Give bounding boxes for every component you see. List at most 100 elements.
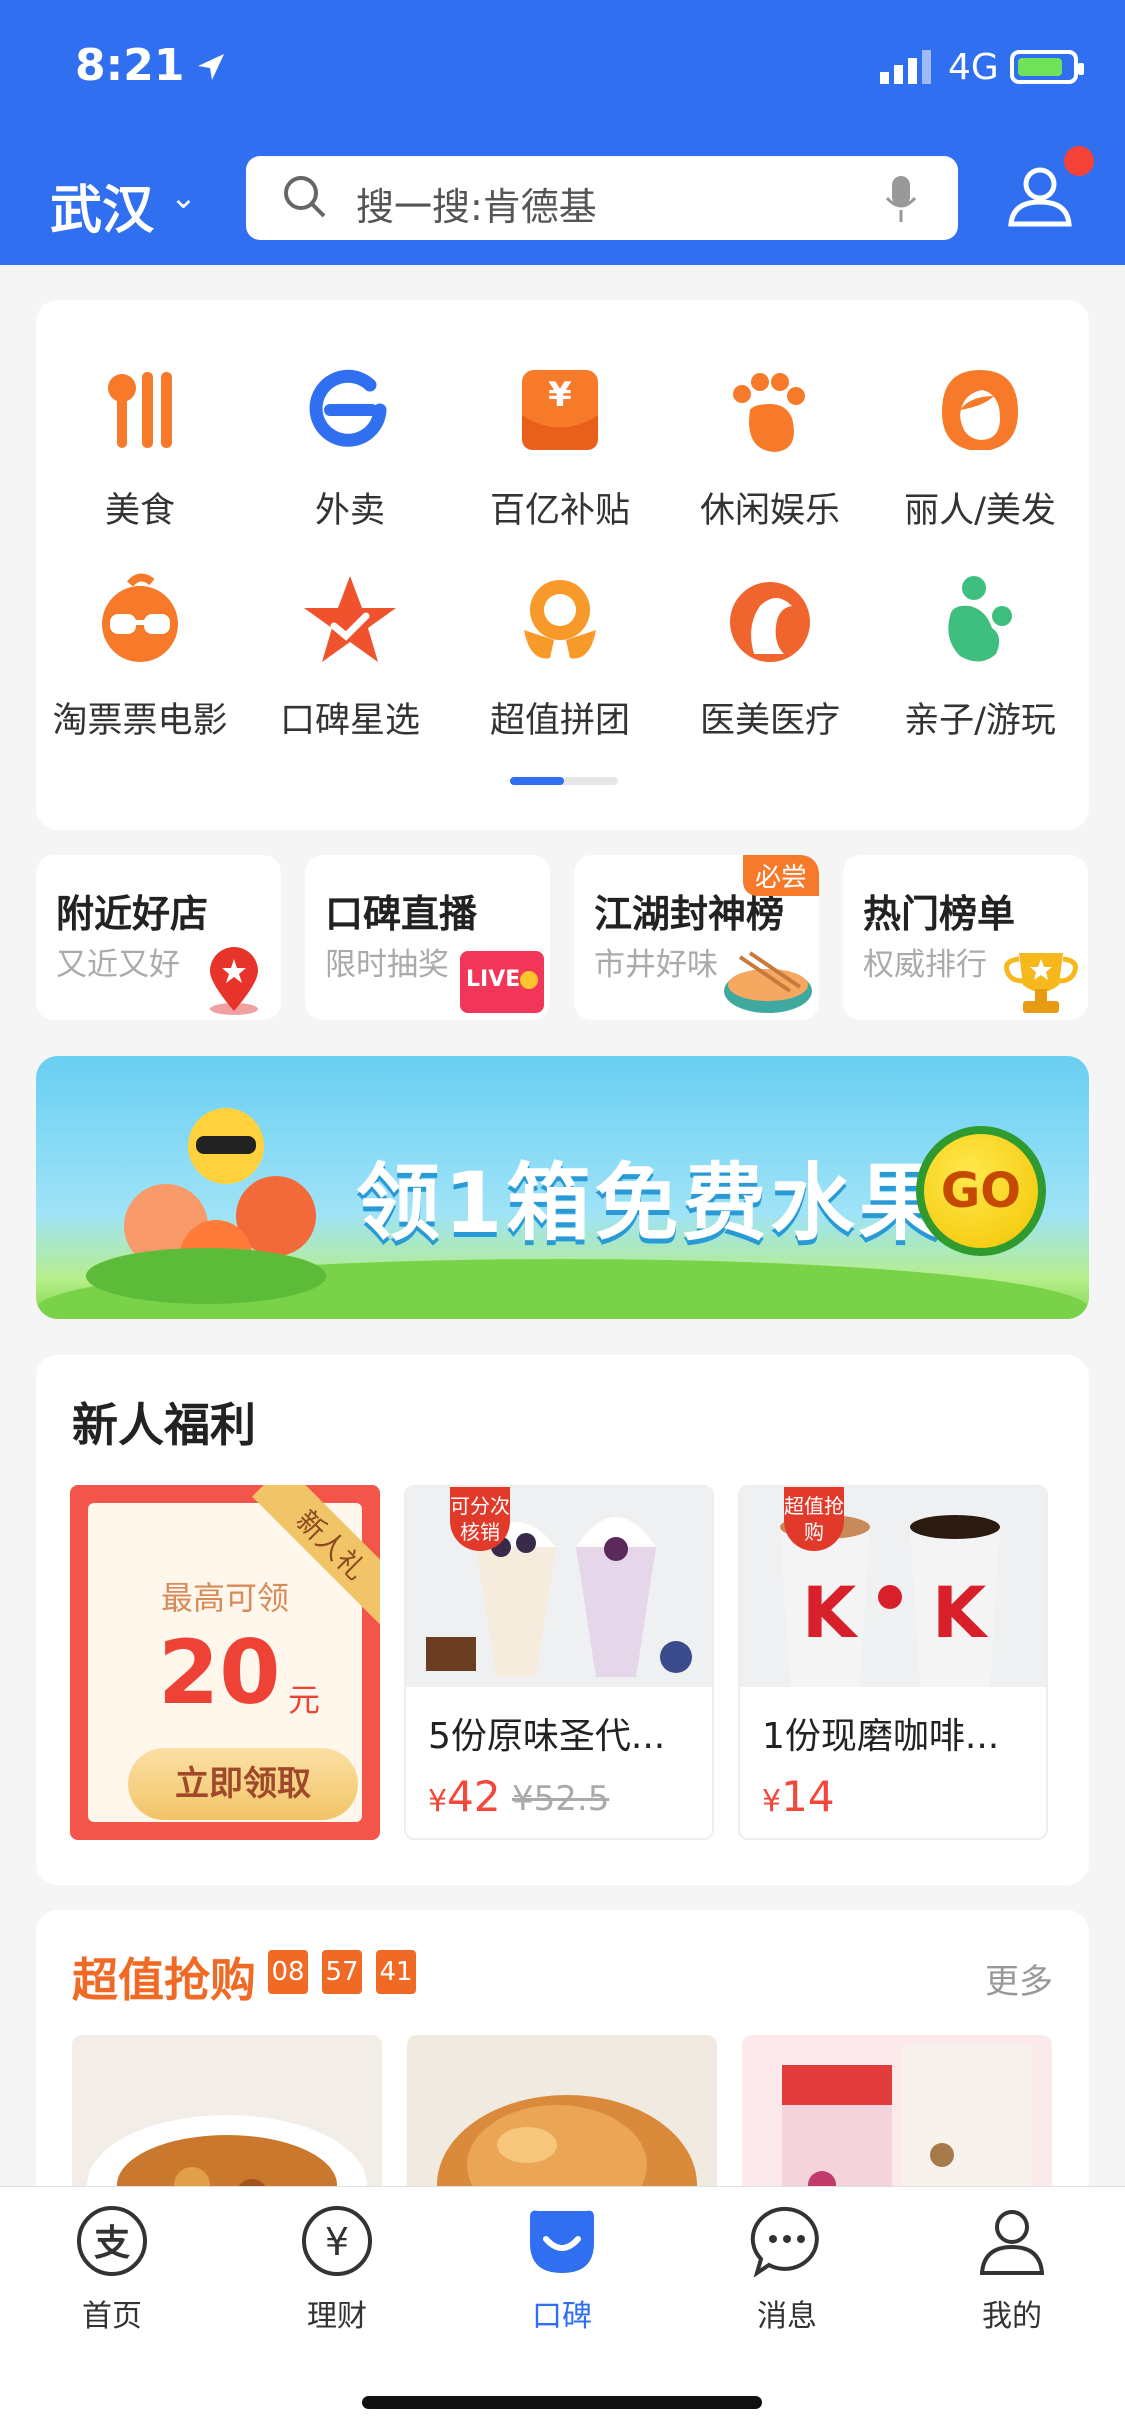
category-subsidy[interactable]: ¥ 百亿补贴 bbox=[465, 360, 655, 533]
person-icon bbox=[979, 2210, 1045, 2275]
medical-beauty-icon bbox=[730, 582, 810, 662]
user-profile-icon[interactable] bbox=[1005, 160, 1075, 230]
newbie-coupon[interactable]: 最高可领 20 元 立即领取 新人礼 bbox=[70, 1485, 380, 1840]
category-label: 亲子/游玩 bbox=[904, 701, 1056, 741]
play-dot bbox=[520, 971, 538, 989]
category-food[interactable]: 美食 bbox=[45, 360, 235, 533]
microphone-icon[interactable] bbox=[884, 174, 918, 224]
product-tag: 超值抢购 bbox=[784, 1487, 844, 1551]
timer-minutes: 57 bbox=[322, 1950, 362, 1994]
movie-glasses-icon bbox=[102, 573, 178, 662]
tab-koubei[interactable]: 口碑 bbox=[472, 2203, 652, 2335]
promo-banner[interactable]: 领1箱免费水果 GO bbox=[36, 1056, 1089, 1319]
product-price: ¥14 bbox=[762, 1772, 835, 1821]
category-delivery[interactable]: 外卖 bbox=[255, 360, 445, 533]
delivery-e-icon bbox=[309, 369, 387, 447]
feature-subtitle: 市井好味 bbox=[594, 947, 718, 983]
price-value: 42 bbox=[447, 1772, 501, 1821]
chat-bubble-icon bbox=[750, 2206, 819, 2278]
newbie-section: 新人福利 最高可领 20 元 立即领取 新人礼 可分次核销 5份原味圣代... … bbox=[36, 1355, 1089, 1885]
category-family[interactable]: 亲子/游玩 bbox=[885, 570, 1075, 743]
feature-subtitle: 权威排行 bbox=[863, 947, 987, 983]
svg-text:K: K bbox=[932, 1572, 989, 1654]
page-indicator bbox=[510, 777, 618, 785]
tab-label: 我的 bbox=[982, 2299, 1042, 2334]
category-label: 外卖 bbox=[314, 491, 385, 531]
category-label: 美食 bbox=[104, 491, 175, 531]
tab-mine[interactable]: 我的 bbox=[922, 2203, 1102, 2335]
feature-title: 附近好店 bbox=[56, 892, 209, 936]
timer-seconds: 41 bbox=[376, 1950, 416, 1994]
tab-messages[interactable]: 消息 bbox=[697, 2203, 877, 2335]
yuan-subsidy-icon: ¥ bbox=[522, 370, 598, 450]
city-selector[interactable]: 武汉 bbox=[50, 168, 154, 243]
category-label: 口碑星选 bbox=[279, 701, 420, 741]
currency-symbol: ¥ bbox=[762, 1784, 782, 1819]
live-tv-icon: LIVE bbox=[460, 951, 544, 1013]
feature-subtitle: 限时抽奖 bbox=[325, 947, 449, 983]
group-buy-icon bbox=[524, 580, 596, 659]
product-old-price: ¥52.5 bbox=[512, 1779, 610, 1819]
tab-label: 口碑 bbox=[532, 2299, 592, 2334]
alipay-icon: 支 bbox=[77, 2206, 147, 2276]
category-label: 医美医疗 bbox=[699, 701, 840, 741]
product-card[interactable]: 可分次核销 5份原味圣代... ¥42 ¥52.5 bbox=[404, 1485, 714, 1840]
paw-icon bbox=[733, 373, 805, 452]
more-link[interactable]: 更多 bbox=[985, 1954, 1053, 2003]
tab-finance[interactable]: ¥ 理财 bbox=[247, 2203, 427, 2335]
banner-title: 领1箱免费水果 bbox=[356, 1154, 947, 1252]
category-leisure[interactable]: 休闲娱乐 bbox=[675, 360, 865, 533]
section-title: 超值抢购 bbox=[72, 1953, 256, 2007]
yuan-coin-icon: ¥ bbox=[302, 2206, 372, 2276]
star-icon bbox=[304, 576, 396, 662]
search-icon bbox=[284, 176, 326, 218]
location-arrow-icon bbox=[198, 54, 224, 80]
beauty-icon bbox=[942, 370, 1018, 450]
feature-live[interactable]: 口碑直播 限时抽奖 LIVE bbox=[305, 855, 550, 1020]
feature-nearby-stores[interactable]: 附近好店 又近又好 bbox=[36, 855, 281, 1020]
claim-button[interactable]: 立即领取 bbox=[128, 1748, 358, 1820]
feature-ranking-food[interactable]: 江湖封神榜 市井好味 必尝 bbox=[574, 855, 819, 1020]
trophy-icon bbox=[1004, 953, 1078, 1013]
currency-symbol: ¥ bbox=[428, 1784, 448, 1819]
banner-go-button[interactable]: GO bbox=[916, 1126, 1046, 1256]
timer-hours: 08 bbox=[268, 1950, 308, 1994]
tab-home[interactable]: 支 首页 bbox=[22, 2203, 202, 2335]
search-placeholder: 搜一搜:肯德基 bbox=[356, 185, 597, 229]
network-type: 4G bbox=[948, 47, 999, 88]
status-time: 8:21 bbox=[75, 40, 185, 91]
category-label: 丽人/美发 bbox=[904, 491, 1056, 531]
feature-title: 热门榜单 bbox=[863, 892, 1016, 936]
category-beauty[interactable]: 丽人/美发 bbox=[885, 360, 1075, 533]
svg-text:¥: ¥ bbox=[325, 2220, 349, 2264]
utensils-icon bbox=[108, 372, 172, 448]
food-bowl-icon bbox=[724, 951, 812, 1013]
section-title: 新人福利 bbox=[72, 1398, 256, 1452]
chevron-down-icon[interactable]: ⌄ bbox=[170, 178, 197, 216]
feature-badge: 必尝 bbox=[742, 855, 819, 896]
category-label: 休闲娱乐 bbox=[699, 491, 840, 531]
price-value: 14 bbox=[781, 1772, 835, 1821]
feature-subtitle: 又近又好 bbox=[56, 947, 180, 983]
signal-icon bbox=[880, 50, 931, 84]
product-name: 1份现磨咖啡... bbox=[762, 1716, 1000, 1757]
category-label: 淘票票电影 bbox=[52, 701, 228, 741]
feature-hot-list[interactable]: 热门榜单 权威排行 bbox=[843, 855, 1088, 1020]
category-medical-beauty[interactable]: 医美医疗 bbox=[675, 570, 865, 743]
product-tag: 可分次核销 bbox=[450, 1487, 510, 1551]
fruit-mascot-icon bbox=[86, 1108, 326, 1304]
search-bar[interactable]: 搜一搜:肯德基 bbox=[246, 156, 958, 240]
notification-dot bbox=[1064, 146, 1094, 176]
category-star-select[interactable]: 口碑星选 bbox=[255, 570, 445, 743]
home-indicator bbox=[362, 2396, 762, 2409]
coupon-amount: 20 bbox=[158, 1621, 281, 1724]
category-label: 超值拼团 bbox=[489, 701, 630, 741]
product-card[interactable]: K K 超值抢购 1份现磨咖啡... ¥14 bbox=[738, 1485, 1048, 1840]
category-label: 百亿补贴 bbox=[489, 491, 630, 531]
product-name: 5份原味圣代... bbox=[428, 1716, 666, 1757]
category-group-buy[interactable]: 超值拼团 bbox=[465, 570, 655, 743]
category-movie[interactable]: 淘票票电影 bbox=[45, 570, 235, 743]
tab-label: 理财 bbox=[307, 2299, 367, 2334]
svg-text:K: K bbox=[802, 1572, 859, 1654]
svg-text:¥: ¥ bbox=[548, 375, 572, 415]
